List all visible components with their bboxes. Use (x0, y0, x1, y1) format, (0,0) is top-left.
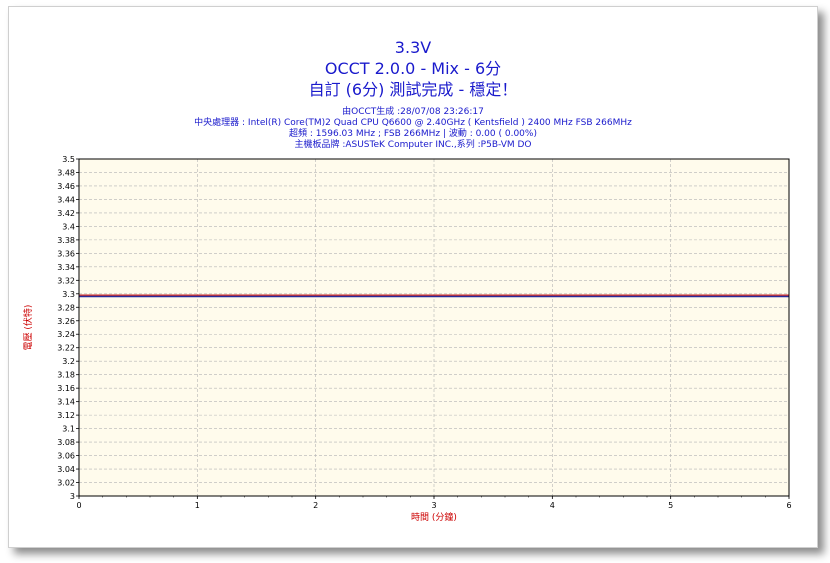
y-tick-label: 3.14 (57, 398, 75, 407)
y-tick-label: 3.44 (57, 195, 75, 204)
y-tick-label: 3.46 (57, 182, 75, 191)
y-tick-label: 3.06 (57, 452, 75, 461)
x-tick-label: 4 (550, 501, 555, 510)
voltage-chart: 3 3.02 3.04 3.06 3.08 3.1 3.12 3.14 3.16 3.18 3.2 3… (22, 155, 792, 523)
y-tick-label: 3.42 (57, 209, 75, 218)
x-tick-label: 0 (76, 501, 81, 510)
y-tick-label: 3.2 (62, 357, 75, 366)
y-tick-label: 3.24 (57, 330, 75, 339)
y-axis-label: 電壓 (伏特) (22, 305, 34, 351)
x-tick-label: 2 (313, 501, 318, 510)
y-tick-label: 3.16 (57, 384, 75, 393)
x-tick-label: 1 (195, 501, 200, 510)
y-tick-label: 3.48 (57, 168, 75, 177)
y-tick-label: 3.28 (57, 303, 75, 312)
y-tick-label: 3.38 (57, 236, 75, 245)
chart-frame: 3.3V OCCT 2.0.0 - Mix - 6分 自訂 (6分) 測試完成 … (8, 6, 818, 548)
x-tick-label: 3 (431, 501, 436, 510)
y-tick-label: 3.22 (57, 344, 75, 353)
y-tick-label: 3.18 (57, 371, 75, 380)
y-tick-label: 3.32 (57, 276, 75, 285)
y-tick-label: 3.26 (57, 317, 75, 326)
y-tick-label: 3.5 (62, 155, 75, 164)
y-tick-label: 3.02 (57, 479, 75, 488)
y-tick-label: 3.34 (57, 263, 75, 272)
y-axis-ticks: 3 3.02 3.04 3.06 3.08 3.1 3.12 3.14 3.16 3.18 3.2 3… (57, 155, 79, 501)
x-axis-ticks: 0 1 2 3 4 5 6 (76, 496, 792, 510)
y-tick-label: 3.4 (62, 222, 75, 231)
y-tick-label: 3.12 (57, 411, 75, 420)
x-axis-label: 時間 (分鐘) (411, 511, 457, 523)
x-tick-label: 6 (786, 501, 791, 510)
y-tick-label: 3.36 (57, 249, 75, 258)
y-tick-label: 3.3 (62, 290, 75, 299)
y-tick-label: 3.1 (62, 425, 75, 434)
series-lines (79, 294, 789, 298)
x-tick-label: 5 (668, 501, 673, 510)
y-tick-label: 3.08 (57, 438, 75, 447)
y-tick-label: 3 (70, 492, 75, 501)
y-tick-label: 3.04 (57, 465, 75, 474)
